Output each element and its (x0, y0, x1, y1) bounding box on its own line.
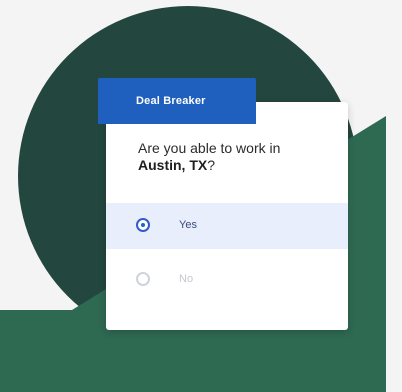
radio-selected-icon[interactable] (136, 218, 150, 232)
option-yes-label: Yes (179, 219, 197, 231)
deal-breaker-tag: Deal Breaker (98, 78, 256, 124)
option-yes[interactable]: Yes (106, 203, 348, 249)
question-text: Are you able to work in Austin, TX? (138, 140, 328, 174)
question-location: Austin, TX (138, 157, 208, 173)
option-no[interactable]: No (106, 257, 348, 303)
option-no-label: No (179, 273, 194, 285)
question-prefix: Are you able to work in (138, 140, 281, 156)
question-suffix: ? (207, 157, 216, 173)
question-card: Deal Breaker Are you able to work in Aus… (98, 78, 348, 330)
radio-unselected-icon[interactable] (136, 272, 150, 286)
illustration: Deal Breaker Are you able to work in Aus… (0, 0, 402, 392)
